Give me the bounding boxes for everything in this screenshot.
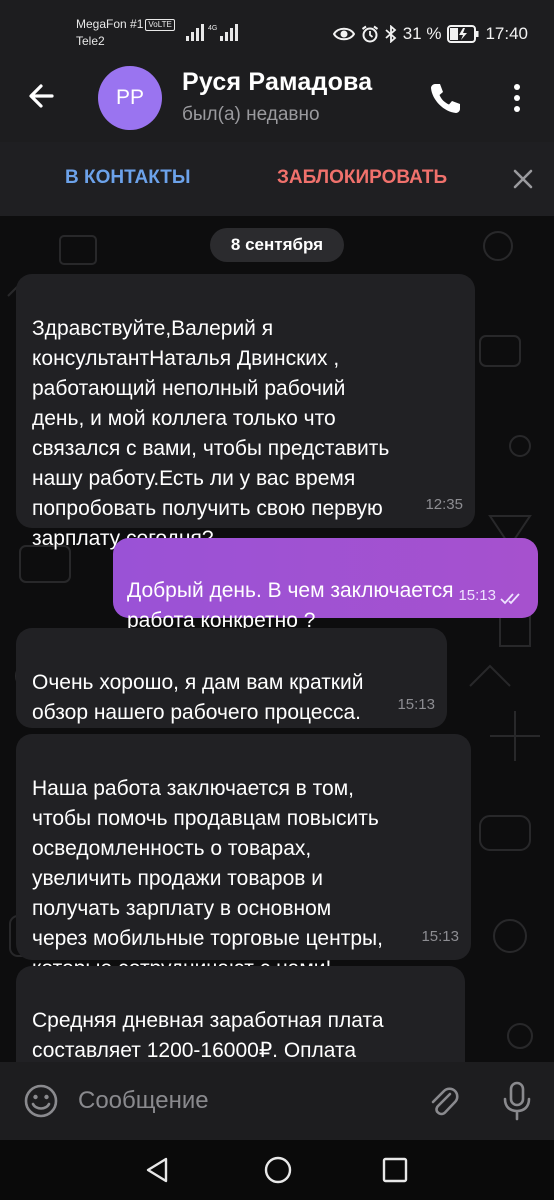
message-time: 15:13 (458, 587, 496, 604)
signal-strength-icon: 4G (186, 24, 238, 41)
message-bubble-incoming[interactable]: Средняя дневная заработная плата составл… (16, 966, 465, 1062)
message-text: Наша работа заключается в том, чтобы пом… (32, 777, 383, 980)
close-icon[interactable] (510, 166, 536, 192)
carrier-info: MegaFon #1 VoLTE Tele2 (76, 16, 175, 50)
microphone-icon[interactable] (498, 1080, 536, 1122)
battery-charging-icon (447, 25, 479, 43)
last-seen-status: был(а) недавно (182, 104, 320, 125)
avatar[interactable]: РР (98, 66, 162, 130)
message-input[interactable] (78, 1082, 408, 1120)
message-time: 15:13 (397, 696, 435, 713)
contact-action-bar: В КОНТАКТЫ ЗАБЛОКИРОВАТЬ (0, 142, 554, 216)
carrier-2-name: Tele2 (76, 34, 105, 48)
nav-back-icon[interactable] (144, 1156, 172, 1184)
phone-icon[interactable] (424, 78, 464, 118)
nav-recent-apps-icon[interactable] (382, 1157, 408, 1183)
network-type-label: 4G (208, 25, 217, 32)
message-time: 12:35 (425, 496, 463, 513)
bluetooth-icon (385, 25, 397, 43)
message-bubble-incoming[interactable]: Здравствуйте,Валерий я консультантНаталь… (16, 274, 475, 550)
message-bubble-incoming[interactable]: Наша работа заключается в том, чтобы пом… (16, 734, 471, 980)
emoji-icon[interactable] (22, 1082, 60, 1120)
read-checkmarks-icon (500, 593, 520, 605)
chat-messages-area[interactable]: 8 сентября Здравствуйте,Валерий я консул… (0, 216, 554, 1062)
message-bubble-incoming[interactable]: Очень хорошо, я дам вам краткий обзор на… (16, 628, 447, 728)
add-to-contacts-button[interactable]: В КОНТАКТЫ (65, 167, 191, 189)
clock: 17:40 (485, 24, 528, 43)
date-separator: 8 сентября (210, 228, 344, 262)
block-user-button[interactable]: ЗАБЛОКИРОВАТЬ (277, 167, 447, 189)
contact-name[interactable]: Руся Рамадова (182, 68, 372, 97)
message-time: 15:13 (421, 928, 459, 945)
message-text: Средняя дневная заработная плата составл… (32, 1009, 384, 1062)
carrier-1-name: MegaFon #1 (76, 17, 144, 31)
system-navigation-bar (0, 1140, 554, 1200)
status-icons: 31 % 17:40 (332, 24, 528, 44)
message-text: Здравствуйте,Валерий я консультантНаталь… (32, 317, 390, 550)
message-text: Очень хорошо, я дам вам краткий обзор на… (32, 671, 364, 724)
back-arrow-icon[interactable] (22, 76, 62, 116)
chat-header: РР Руся Рамадова был(а) недавно (0, 56, 554, 142)
volte-badge: VoLTE (145, 19, 175, 31)
status-bar: MegaFon #1 VoLTE Tele2 4G 31 % 17:40 (0, 0, 554, 56)
alarm-icon (361, 25, 378, 43)
nav-home-icon[interactable] (263, 1155, 293, 1185)
attach-icon[interactable] (424, 1082, 462, 1120)
message-bubble-outgoing[interactable]: Добрый день. В чем заключается работа ко… (113, 538, 538, 632)
more-options-icon[interactable] (502, 78, 532, 118)
eye-comfort-icon (332, 27, 355, 41)
battery-percent: 31 % (402, 24, 442, 43)
message-input-bar (0, 1062, 554, 1140)
